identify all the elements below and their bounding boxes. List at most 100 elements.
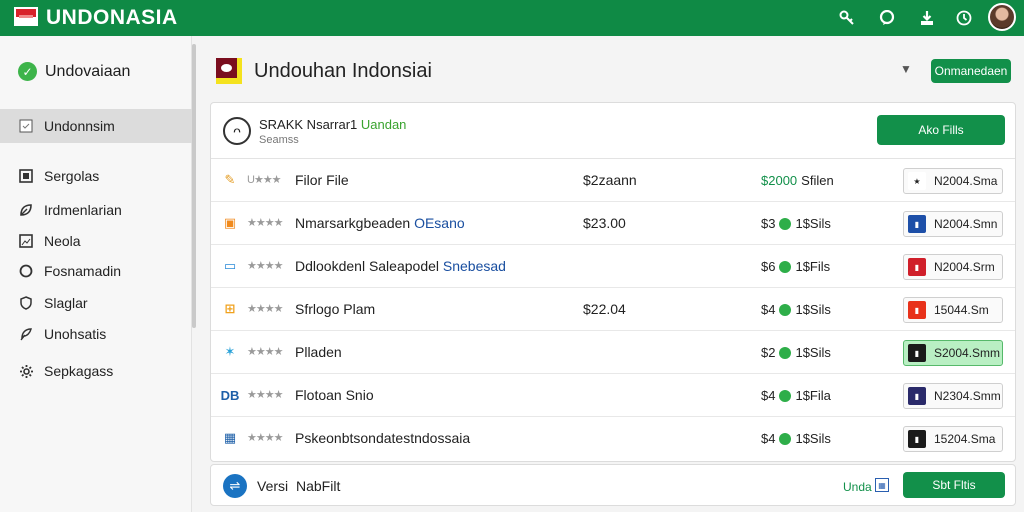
gear-icon — [18, 363, 34, 379]
sidebar-item-undonnsim[interactable]: Undonnsim — [0, 109, 192, 143]
sidebar-item-label: Neola — [44, 233, 81, 249]
table-row[interactable]: ✎ U★★★ Filor File $2zaann $2000 Sfilen ★ N2004.… — [211, 159, 1015, 202]
clock-icon[interactable] — [955, 9, 973, 27]
sidebar-item-label: Undonnsim — [44, 118, 115, 134]
file-type-badge-icon: ▮ — [908, 301, 926, 319]
sidebar-item-slaglar[interactable]: Slaglar — [0, 286, 192, 320]
page-title: Undouhan Indonsiai — [254, 60, 432, 82]
top-bar: UNDONASIA — [0, 0, 1024, 36]
file-name-text: Plladen — [295, 344, 342, 360]
rating-star-glyphs: ★★★★ — [247, 303, 283, 315]
download-chip[interactable]: ▮ 15204.Sma — [903, 426, 1003, 452]
sidebar-scrollbar[interactable] — [192, 44, 196, 328]
grid-box-icon[interactable]: ▦ — [875, 478, 889, 492]
file-name-text: Pskeonbtsondatestndossaia — [295, 430, 471, 446]
file-name[interactable]: Pskeonbtsondatestndossaia — [295, 430, 470, 446]
file-count: $2 1$Sils — [761, 345, 831, 360]
file-count-text: 1$Fila — [795, 388, 831, 403]
file-count-amount: $3 — [761, 216, 776, 231]
file-count-amount: $2 — [761, 345, 776, 360]
file-name[interactable]: Plladen — [295, 344, 342, 360]
chat-icon[interactable] — [878, 9, 896, 27]
download-chip[interactable]: ▮ S2004.Smm — [903, 340, 1003, 366]
download-icon[interactable] — [918, 9, 936, 27]
download-chip[interactable]: ★ N2004.Sma — [903, 168, 1003, 194]
key-icon[interactable] — [838, 9, 856, 27]
version-label: Versi — [257, 478, 289, 494]
rating-stars: ★★★★ — [247, 431, 283, 444]
version-icon: ⇌ — [223, 474, 247, 498]
file-count-amount: $4 — [761, 388, 776, 403]
file-count-text: 1$Fils — [795, 259, 831, 274]
user-avatar[interactable] — [988, 3, 1016, 31]
file-count: $4 1$Fila — [761, 388, 831, 403]
download-chip-label: N2004.Sma — [934, 174, 998, 188]
file-count-text: 1$Sils — [795, 302, 831, 317]
table-row[interactable]: ✶ ★★★★ Plladen $2 1$Sils ▮ S2004.Smm — [211, 331, 1015, 374]
file-name-text: Sfrlogo Plam — [295, 301, 376, 317]
file-name[interactable]: Nmarsarkgbeaden OEsano — [295, 215, 465, 231]
download-chip[interactable]: ▮ N2004.Srm — [903, 254, 1003, 280]
sidebar: ✓ Undovaiaan Undonnsim Sergolas Irdmenla… — [0, 36, 192, 512]
circle-icon — [18, 263, 34, 279]
sidebar-item-unohsatis[interactable]: Unohsatis — [0, 317, 192, 351]
table-row[interactable]: DB ★★★★ Flotoan Snio $4 1$Fila ▮ N2304.Smm — [211, 374, 1015, 417]
sidebar-item-sergolas[interactable]: Sergolas — [0, 159, 192, 193]
window-icon: ▭ — [223, 258, 237, 273]
table-row[interactable]: ▣ ★★★★ Nmarsarkgbeaden OEsano $23.00 $3 1$Sil… — [211, 202, 1015, 245]
file-type-badge-icon: ★ — [908, 172, 926, 190]
file-type-badge-icon: ▮ — [908, 387, 926, 405]
file-count-text: Sfilen — [801, 173, 834, 188]
file-name-accent: Snebesad — [442, 258, 506, 274]
footer-bar: ⇌ Versi NabFilt Unda ▦ Sbt Fltis — [210, 464, 1016, 506]
file-count: $6 1$Fils — [761, 259, 830, 274]
file-name[interactable]: Flotoan Snio — [295, 387, 374, 403]
status-dot-icon — [779, 389, 792, 402]
file-count-text: 1$Sils — [795, 345, 831, 360]
file-name[interactable]: Filor File — [295, 172, 349, 188]
table-icon: ▦ — [223, 430, 237, 445]
file-count: $3 1$Sils — [761, 216, 831, 231]
panel-title: SRAKK Nsarrar1 Uandan — [259, 117, 406, 132]
download-chip-label: N2004.Smn — [934, 217, 998, 231]
file-name-text: Flotoan Snio — [295, 387, 374, 403]
sidebar-item-neola[interactable]: Neola — [0, 224, 192, 258]
download-chip[interactable]: ▮ N2304.Smm — [903, 383, 1003, 409]
leaf-icon — [18, 202, 34, 218]
rating-star-glyphs: ★★★ — [253, 174, 282, 186]
file-price: $22.04 — [583, 301, 626, 317]
sidebar-item-label: Unohsatis — [44, 326, 107, 342]
file-name[interactable]: Sfrlogo Plam — [295, 301, 375, 317]
download-chip[interactable]: ▮ 15044.Sm — [903, 297, 1003, 323]
chevron-down-icon[interactable]: ▼ — [900, 62, 912, 76]
rating-star-glyphs: ★★★★ — [247, 260, 283, 272]
grid-icon — [18, 168, 34, 184]
sidebar-item-label: Slaglar — [44, 295, 88, 311]
download-chip[interactable]: ▮ N2004.Smn — [903, 211, 1003, 237]
sidebar-item-sepkagass[interactable]: Sepkagass — [0, 354, 192, 388]
panel-title-accent: Uandan — [360, 117, 407, 132]
file-type-badge-icon: ▮ — [908, 430, 926, 448]
table-row[interactable]: ▦ ★★★★ Pskeonbtsondatestndossaia $4 1$Sils ▮ 1… — [211, 417, 1015, 460]
submit-files-button[interactable]: Sbt Fltis — [903, 472, 1005, 498]
sidebar-header[interactable]: ✓ Undovaiaan — [18, 62, 130, 81]
header-action-button[interactable]: Onmanedaen — [931, 59, 1011, 83]
download-chip-label: 15044.Sm — [934, 303, 989, 317]
sidebar-item-fosnamadin[interactable]: Fosnamadin — [0, 254, 192, 288]
status-dot-icon — [779, 346, 792, 359]
add-files-button[interactable]: Ako Fills — [877, 115, 1005, 145]
rating-prefix: U — [247, 174, 255, 186]
table-row[interactable]: ⊞ ★★★★ Sfrlogo Plam $22.04 $4 1$Sils ▮ 15044.Sm — [211, 288, 1015, 331]
table-row[interactable]: ▭ ★★★★ Ddlookdenl Saleapodel Snebesad $6 1$F… — [211, 245, 1015, 288]
status-dot-icon — [779, 303, 792, 316]
panel-title-text: SRAKK Nsarrar1 — [259, 117, 361, 132]
file-count-amount: $2000 — [761, 173, 798, 188]
app-orange-icon: ▣ — [223, 215, 237, 230]
rating-stars: U★★★ — [247, 173, 282, 186]
file-count: $4 1$Sils — [761, 431, 831, 446]
file-name[interactable]: Ddlookdenl Saleapodel Snebesad — [295, 258, 506, 274]
rating-star-glyphs: ★★★★ — [247, 346, 283, 358]
sidebar-item-irdmenlarian[interactable]: Irdmenlarian — [0, 193, 192, 227]
file-price: $2zaann — [583, 172, 637, 188]
rating-star-glyphs: ★★★★ — [247, 389, 283, 401]
